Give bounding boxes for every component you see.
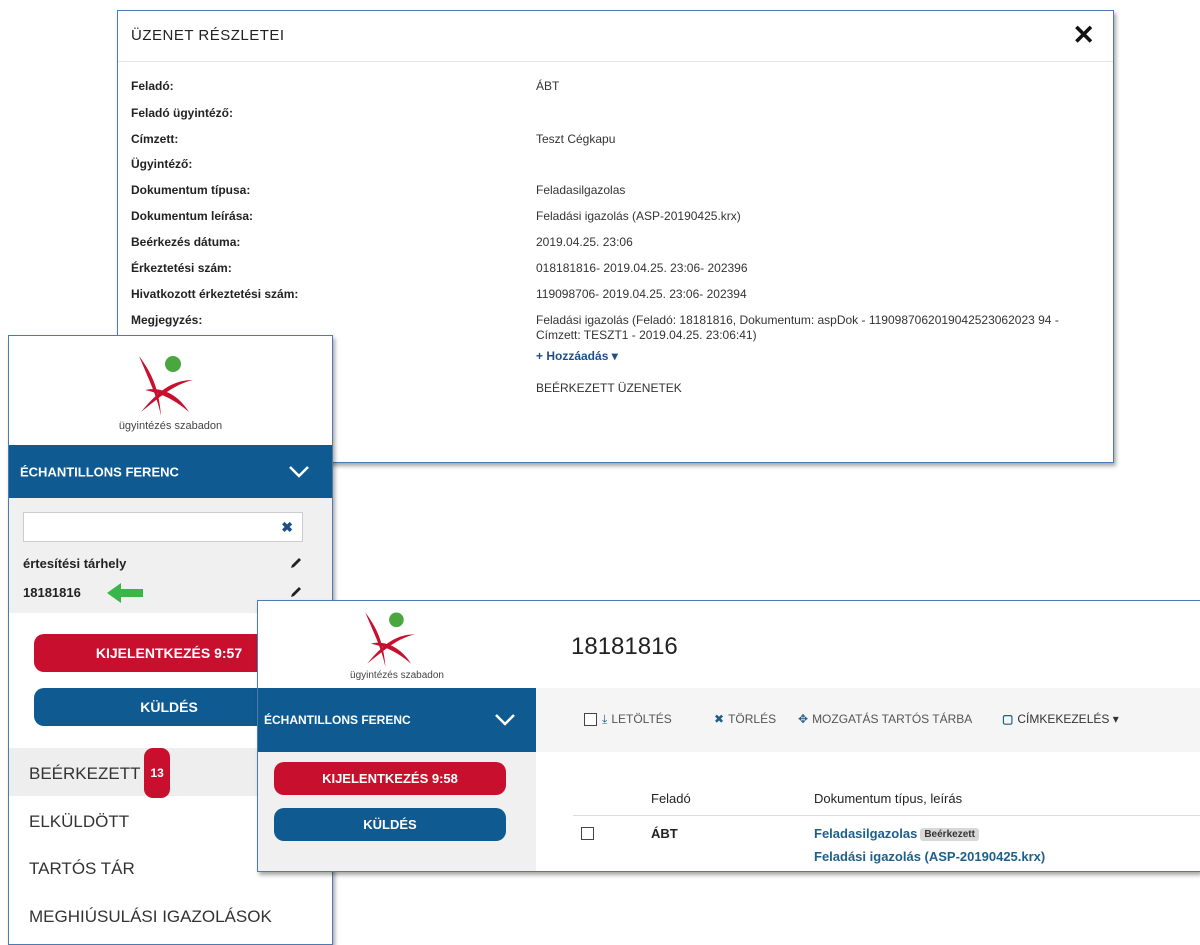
detail-label: Ügyintéző: bbox=[131, 157, 193, 171]
detail-value: 2019.04.25. 23:06 bbox=[536, 235, 633, 249]
column-header-document[interactable]: Dokumentum típus, leírás bbox=[814, 791, 962, 806]
chevron-down-icon[interactable] bbox=[288, 465, 310, 479]
send-button[interactable]: KÜLDÉS bbox=[274, 808, 506, 841]
nav-item-label: MEGHIÚSULÁSI IGAZOLÁSOK bbox=[29, 907, 272, 926]
nav-item-failure-certificates[interactable]: MEGHIÚSULÁSI IGAZOLÁSOK bbox=[9, 893, 332, 941]
detail-label: Feladó: bbox=[131, 79, 174, 93]
main-sidebar-actions: KIJELENTKEZÉS 9:58 KÜLDÉS bbox=[258, 752, 536, 871]
doc-type-link[interactable]: Feladasilgazolas bbox=[814, 826, 917, 841]
detail-value: Teszt Cégkapu bbox=[536, 132, 616, 146]
add-label-link[interactable]: + Hozzáadás ▾ bbox=[536, 349, 618, 363]
main-content: 18181816 ⤓ LETÖLTÉS ✖ TÖRLÉS ✥ MOZGATÁS TAR… bbox=[536, 601, 1200, 871]
doc-description-link[interactable]: Feladási igazolás (ASP-20190425.krx) bbox=[814, 849, 1045, 864]
column-header-sender[interactable]: Feladó bbox=[651, 791, 691, 806]
logo-text: ügyintézés szabadon bbox=[118, 420, 223, 432]
delete-button[interactable]: ✖ TÖRLÉS bbox=[714, 712, 776, 726]
main-sidebar: ügyintézés szabadon ÉCHANTILLONS FERENC … bbox=[258, 601, 536, 871]
download-button[interactable]: ⤓ LETÖLTÉS bbox=[602, 712, 672, 727]
user-menu[interactable]: ÉCHANTILLONS FERENC bbox=[9, 445, 332, 498]
detail-value: Feladási igazolás (ASP-20190425.krx) bbox=[536, 209, 741, 223]
dialog-header: ÜZENET RÉSZLETEI ✕ bbox=[118, 11, 1113, 62]
storage-id: 18181816 bbox=[23, 585, 81, 600]
detail-label: Dokumentum típusa: bbox=[131, 183, 251, 197]
delete-icon: ✖ bbox=[714, 712, 725, 726]
detail-label: Érkeztetési szám: bbox=[131, 261, 232, 275]
detail-label: Hivatkozott érkeztetési szám: bbox=[131, 287, 299, 301]
row-checkbox[interactable] bbox=[581, 827, 594, 840]
move-icon: ✥ bbox=[798, 712, 809, 726]
nav-item-label: ELKÜLDÖTT bbox=[29, 812, 130, 831]
detail-label: Feladó ügyintéző: bbox=[131, 106, 233, 120]
logo-icon bbox=[365, 612, 415, 668]
detail-label: Címzett: bbox=[131, 132, 179, 146]
logout-button[interactable]: KIJELENTKEZÉS 9:58 bbox=[274, 762, 506, 795]
main-window: ügyintézés szabadon ÉCHANTILLONS FERENC … bbox=[257, 600, 1200, 872]
arrow-left-icon bbox=[107, 583, 143, 603]
page-title: 18181816 bbox=[571, 633, 678, 660]
detail-value: Feladási igazolás (Feladó: 18181816, Dok… bbox=[536, 313, 1059, 342]
move-to-storage-button[interactable]: ✥ MOZGATÁS TARTÓS TÁRBA bbox=[798, 712, 972, 726]
label-management-dropdown[interactable]: ▢ CÍMKEKEZELÉS ▾ bbox=[1002, 712, 1119, 726]
user-name: ÉCHANTILLONS FERENC bbox=[264, 713, 411, 727]
detail-value: ÁBT bbox=[536, 79, 560, 93]
select-all-checkbox[interactable] bbox=[584, 713, 597, 726]
logo-text: ügyintézés szabadon bbox=[350, 670, 444, 681]
table-header-divider bbox=[573, 815, 1200, 816]
detail-label: Beérkezés dátuma: bbox=[131, 235, 241, 249]
detail-value: 018181816- 2019.04.25. 23:06- 202396 bbox=[536, 261, 748, 275]
detail-value: 119098706- 2019.04.25. 23:06- 202394 bbox=[536, 287, 747, 301]
close-icon[interactable]: ✕ bbox=[1072, 20, 1095, 50]
search-input[interactable] bbox=[30, 513, 274, 541]
clear-icon[interactable]: ✖ bbox=[281, 519, 293, 536]
detail-label: Megjegyzés: bbox=[131, 313, 203, 327]
row-doc-type-cell: Feladasilgazolas Beérkezett bbox=[814, 826, 979, 841]
user-name: ÉCHANTILLONS FERENC bbox=[20, 464, 179, 479]
unread-count-badge: 13 bbox=[144, 748, 170, 798]
nav-item-label: BEÉRKEZETT bbox=[29, 764, 141, 783]
row-sender: ÁBT bbox=[651, 826, 678, 841]
logo: ügyintézés szabadon bbox=[9, 336, 332, 444]
folder-value: BEÉRKEZETT ÜZENETEK bbox=[536, 381, 682, 395]
pencil-icon[interactable] bbox=[289, 556, 303, 570]
download-icon: ⤓ bbox=[602, 712, 608, 726]
dialog-title: ÜZENET RÉSZLETEI bbox=[131, 27, 285, 44]
pencil-icon[interactable] bbox=[289, 585, 303, 599]
detail-value: Feladasilgazolas bbox=[536, 183, 626, 197]
tag-icon: ▢ bbox=[1002, 712, 1014, 726]
logo-icon bbox=[139, 356, 193, 416]
storage-panel: ✖ értesítési tárhely 18181816 bbox=[9, 498, 332, 613]
user-menu[interactable]: ÉCHANTILLONS FERENC bbox=[258, 688, 536, 752]
storage-label: értesítési tárhely bbox=[23, 556, 127, 571]
toolbar: ⤓ LETÖLTÉS ✖ TÖRLÉS ✥ MOZGATÁS TARTÓS TÁRBA… bbox=[536, 688, 1200, 752]
chevron-down-icon[interactable] bbox=[494, 713, 516, 727]
nav-item-label: TARTÓS TÁR bbox=[29, 859, 135, 878]
status-badge: Beérkezett bbox=[920, 828, 979, 841]
search-field[interactable]: ✖ bbox=[23, 512, 303, 542]
detail-label: Dokumentum leírása: bbox=[131, 209, 254, 223]
